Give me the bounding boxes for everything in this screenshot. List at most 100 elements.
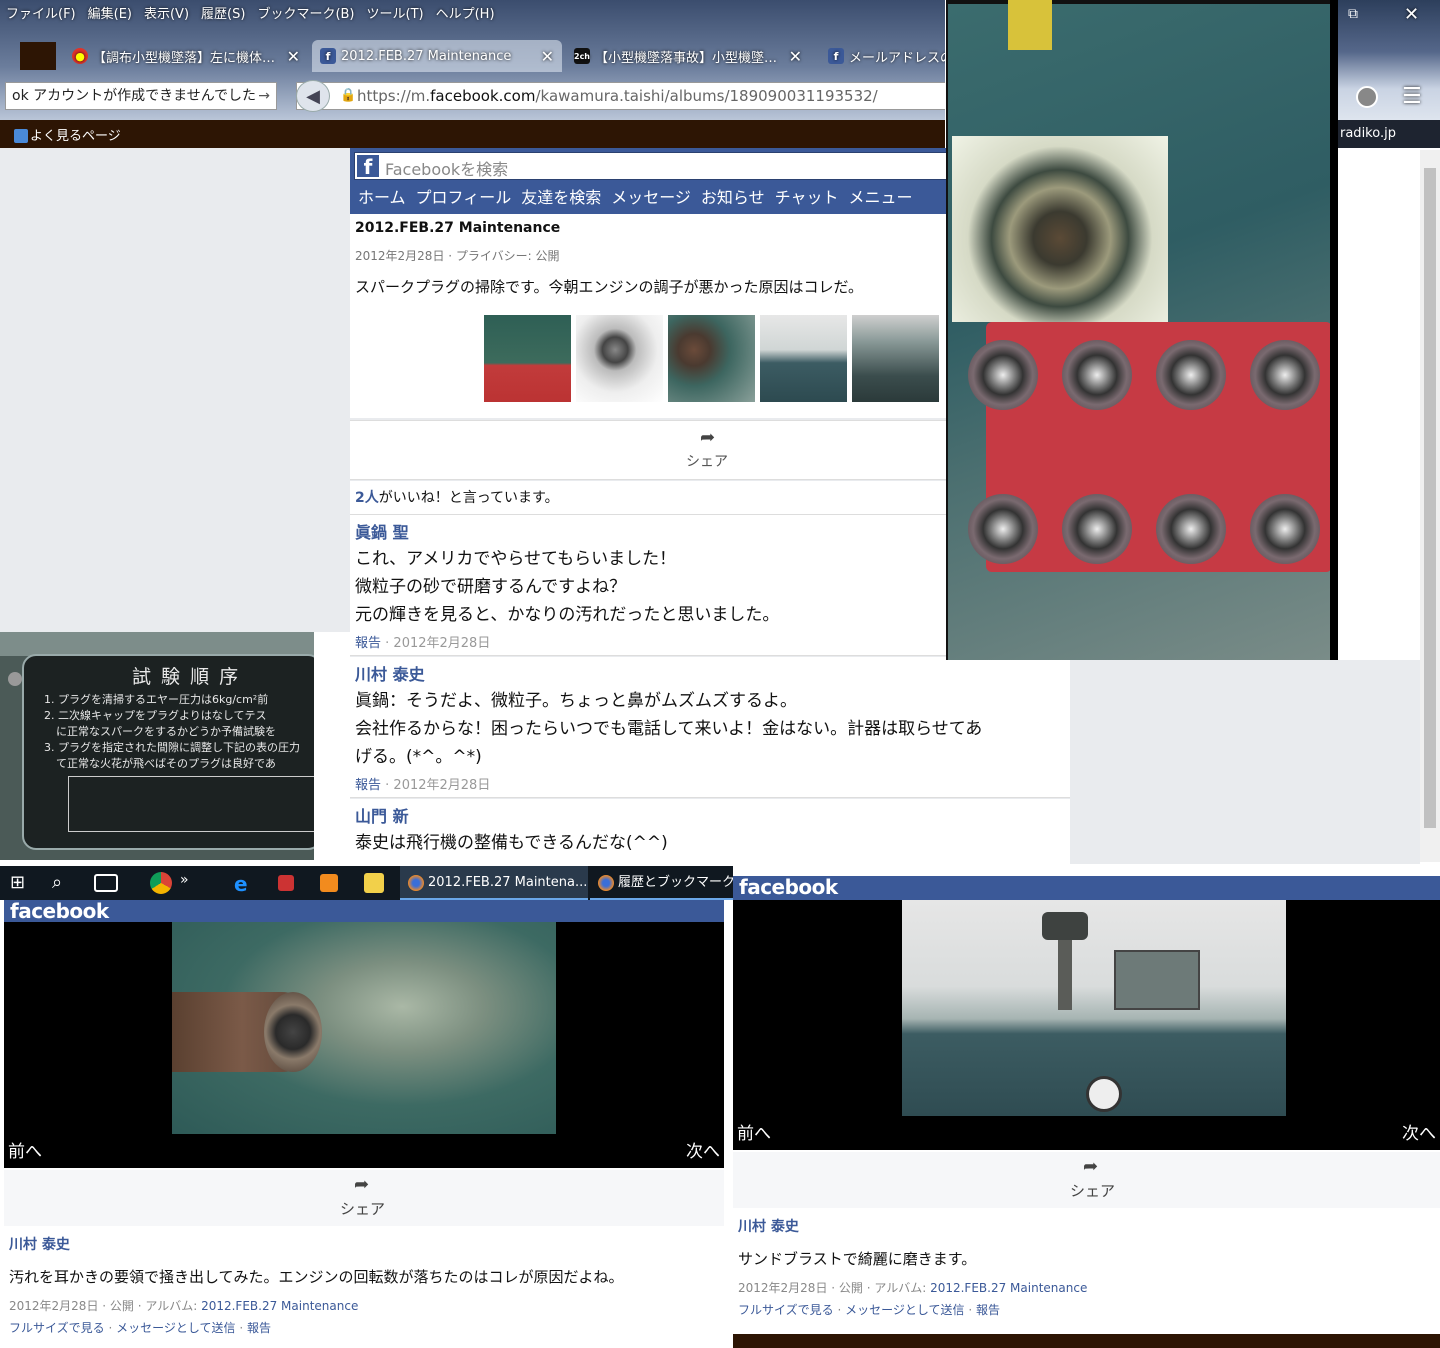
- photo[interactable]: [172, 922, 556, 1134]
- bookmark-most-visited[interactable]: よく見るページ: [8, 125, 121, 144]
- comment-author[interactable]: 川村 泰史: [355, 661, 425, 685]
- close-window-icon[interactable]: ✕: [1404, 4, 1419, 25]
- menu-bookmarks[interactable]: ブックマーク(B): [257, 3, 354, 22]
- facebook-search-input[interactable]: f Facebookを検索: [354, 152, 954, 180]
- search-go-icon[interactable]: →: [258, 83, 270, 109]
- back-button[interactable]: ◀: [296, 80, 330, 112]
- share-arrow-icon[interactable]: ➦: [1083, 1156, 1098, 1177]
- plug-row-top: [956, 340, 1332, 420]
- facebook-logo[interactable]: facebook: [739, 875, 838, 899]
- search-input[interactable]: ok アカウントが作成できませんでした →: [5, 82, 277, 110]
- taskbar-firefox-window[interactable]: 2012.FEB.27 Maintena...: [400, 866, 588, 900]
- full-size-link[interactable]: フルサイズで見る: [9, 1321, 105, 1335]
- next-photo-button[interactable]: 次へ: [1402, 1119, 1436, 1144]
- vertical-scrollbar[interactable]: [1420, 150, 1440, 862]
- nav-menu[interactable]: メニュー: [848, 184, 912, 208]
- taskbar-library-window[interactable]: 履歴とブックマークの管: [590, 866, 733, 900]
- menu-edit[interactable]: 編集(E): [88, 3, 132, 22]
- next-photo-button[interactable]: 次へ: [686, 1137, 720, 1162]
- nav-messages[interactable]: メッセージ: [611, 184, 691, 208]
- comment-author[interactable]: 山門 新: [355, 803, 409, 827]
- photo-info: 川村 泰史 サンドブラストで綺麗に磨きます。 2012年2月28日 · 公開 ·…: [733, 1210, 1440, 1328]
- plug-end: [264, 992, 322, 1072]
- menu-help[interactable]: ヘルプ(H): [436, 3, 495, 22]
- spark-plug: [968, 494, 1038, 564]
- bookmark-radiko[interactable]: radiko.jp: [1340, 126, 1396, 141]
- tab-2[interactable]: f 2012.FEB.27 Maintenance ✕: [312, 40, 562, 72]
- search-icon[interactable]: ⌕: [52, 872, 74, 894]
- nav-home[interactable]: ホーム: [358, 184, 406, 208]
- url-bar[interactable]: https://m.facebook.com/kawamura.taishi/a…: [296, 82, 945, 110]
- author-name[interactable]: 川村 泰史: [9, 1234, 70, 1254]
- photo-thumbnail[interactable]: [576, 315, 663, 402]
- plate-line: て正常な火花が飛べばそのプラグは良好であ: [56, 757, 276, 770]
- overflow-chevron-icon[interactable]: »: [180, 872, 202, 894]
- album-title[interactable]: 2012.FEB.27 Maintenance: [355, 220, 560, 236]
- player-icon[interactable]: [320, 874, 338, 892]
- hamburger-menu-icon[interactable]: ☰: [1402, 84, 1422, 109]
- comment-date: 2012年2月28日: [393, 778, 491, 793]
- menu-history[interactable]: 履歴(S): [201, 3, 245, 22]
- facebook-favicon-icon: f: [320, 48, 336, 64]
- share-arrow-icon[interactable]: ➦: [354, 1174, 369, 1195]
- send-as-message-link[interactable]: メッセージとして送信: [845, 1303, 964, 1317]
- album-link[interactable]: 2012.FEB.27 Maintenance: [930, 1281, 1087, 1295]
- site-favicon-icon: ●: [72, 48, 88, 64]
- nav-profile[interactable]: プロフィール: [416, 184, 512, 208]
- report-link[interactable]: 報告: [355, 778, 381, 793]
- nav-notifications[interactable]: お知らせ: [701, 184, 765, 208]
- full-size-link[interactable]: フルサイズで見る: [738, 1303, 834, 1317]
- prev-photo-button[interactable]: 前へ: [8, 1137, 42, 1162]
- report-link[interactable]: 報告: [355, 636, 381, 651]
- share-button[interactable]: シェア: [1070, 1180, 1115, 1201]
- tab-3[interactable]: 2ch 【小型機墜落事故】小型機墜… ✕: [566, 40, 810, 72]
- nav-find-friends[interactable]: 友達を検索: [521, 184, 601, 208]
- photo-thumbnail[interactable]: [760, 315, 847, 402]
- menu-view[interactable]: 表示(V): [144, 3, 189, 22]
- task-view-icon[interactable]: [94, 874, 118, 892]
- prev-photo-button[interactable]: 前へ: [737, 1119, 771, 1144]
- report-link[interactable]: 報告: [976, 1303, 1000, 1317]
- photo[interactable]: [902, 900, 1286, 1116]
- tab-4[interactable]: f メールアドレスの詳: [820, 40, 945, 72]
- photo-thumbnail[interactable]: [484, 315, 571, 402]
- photo-thumbnail[interactable]: [852, 315, 939, 402]
- menu-file[interactable]: ファイル(F): [6, 3, 76, 22]
- author-name[interactable]: 川村 泰史: [738, 1216, 799, 1236]
- share-arrow-icon[interactable]: ➦: [700, 427, 715, 448]
- share-button[interactable]: シェア: [340, 1198, 385, 1219]
- close-tab-icon[interactable]: ✕: [279, 47, 300, 66]
- inset-plug-photo: [952, 136, 1168, 322]
- share-button[interactable]: シェア: [686, 451, 728, 471]
- test-procedure-plate-photo: 試 験 順 序 1. プラグを清掃するエヤー圧力は6kg/cm²前 2. 二次線…: [0, 632, 314, 860]
- media-icon[interactable]: [278, 875, 294, 891]
- scrollbar-thumb[interactable]: [1424, 168, 1436, 828]
- close-tab-icon[interactable]: ✕: [781, 47, 802, 66]
- firefox-icon: [408, 875, 424, 891]
- plate-line: に正常なスパークをするかどうか予備試験を: [56, 725, 276, 738]
- facebook-logo[interactable]: facebook: [10, 899, 109, 923]
- plate-line: 1. プラグを清掃するエヤー圧力は6kg/cm²前: [44, 693, 269, 706]
- edge-icon[interactable]: e: [234, 872, 256, 896]
- album-link[interactable]: 2012.FEB.27 Maintenance: [201, 1299, 358, 1313]
- album-date: 2012年2月28日 · プライバシー: 公開: [355, 249, 560, 263]
- page-margin-right: [1070, 660, 1420, 864]
- photo-thumbnail[interactable]: [668, 315, 755, 402]
- comment-author[interactable]: 眞鍋 聖: [355, 519, 409, 543]
- restore-window-icon[interactable]: ⧉: [1348, 6, 1358, 22]
- likes-count[interactable]: 2人: [355, 490, 379, 506]
- tab-1[interactable]: ● 【調布小型機墜落】左に機体… ✕: [64, 40, 308, 72]
- addon-icon[interactable]: [1356, 86, 1378, 108]
- report-link[interactable]: 報告: [247, 1321, 271, 1335]
- folder-icon[interactable]: [364, 873, 384, 893]
- photo-viewer: 前へ 次へ: [733, 900, 1440, 1150]
- facebook-logo-icon[interactable]: f: [357, 155, 379, 179]
- windows-start-icon[interactable]: ⊞: [10, 872, 32, 894]
- send-as-message-link[interactable]: メッセージとして送信: [116, 1321, 235, 1335]
- plug-row-bottom: [956, 494, 1332, 574]
- spark-plug-photo: [946, 0, 1338, 660]
- close-tab-icon[interactable]: ✕: [533, 47, 554, 66]
- menu-tools[interactable]: ツール(T): [367, 3, 424, 22]
- chrome-icon[interactable]: [150, 872, 172, 894]
- nav-chat[interactable]: チャット: [775, 184, 839, 208]
